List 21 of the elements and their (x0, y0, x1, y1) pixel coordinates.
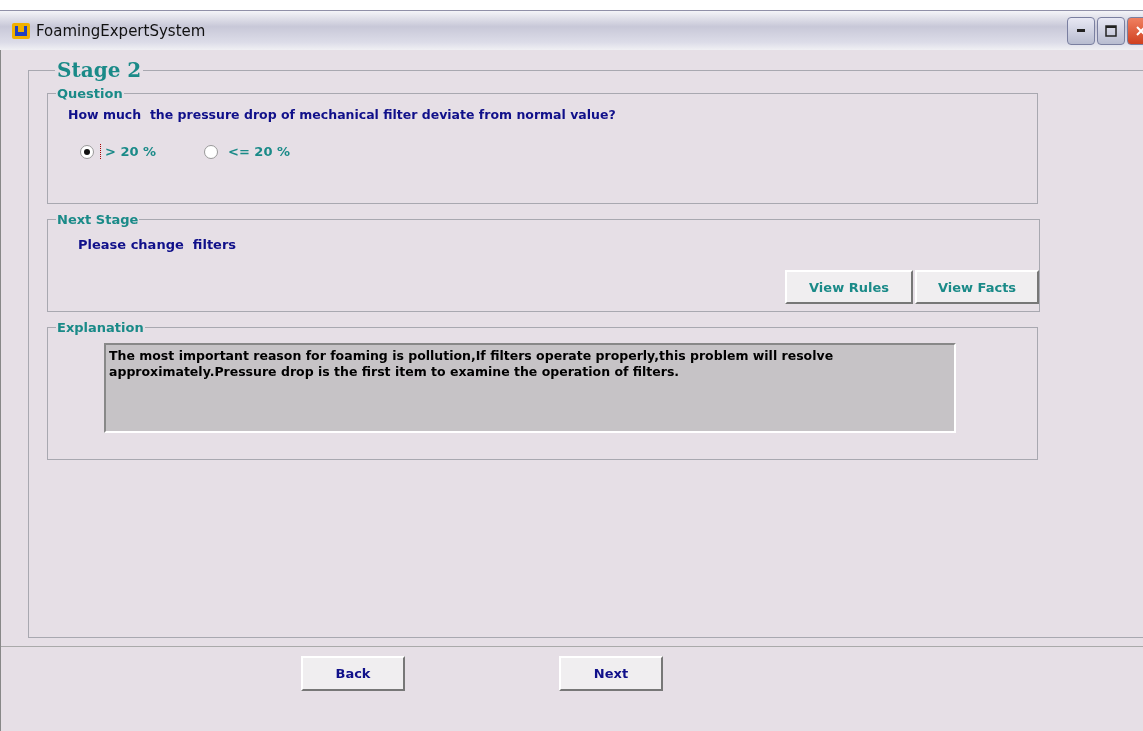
radio-option[interactable]: > 20 % (80, 144, 157, 159)
group-title: Next Stage (56, 212, 140, 227)
radio-button[interactable] (80, 144, 94, 159)
explanation-text: The most important reason for foaming is pollution,If filters operate properly,this problem will resolve approximately.Pressure drop is the first item to examine the operation of filters. (104, 343, 956, 433)
minimize-icon (1077, 29, 1085, 32)
group-title: Explanation (56, 320, 145, 335)
nav-button[interactable]: Next (559, 656, 663, 691)
group-title: Question (56, 86, 124, 101)
radio-button[interactable] (204, 144, 219, 159)
radio-option[interactable]: <= 20 % (204, 144, 290, 159)
next-stage-text: Please change filters (78, 237, 238, 252)
minimize-button[interactable] (1067, 16, 1095, 45)
maximize-icon (1105, 24, 1117, 37)
maximize-button[interactable] (1097, 16, 1125, 45)
question-text: How much the pressure drop of mechanical filter deviate from normal value? (68, 107, 617, 122)
app-icon (12, 22, 30, 39)
view-button[interactable]: View Rules (785, 270, 913, 304)
stage-title: Stage 2 (56, 58, 143, 82)
nav-button[interactable]: Back (301, 656, 405, 691)
window-title: FoamingExpertSystem (36, 21, 206, 40)
view-button[interactable]: View Facts (915, 270, 1039, 304)
